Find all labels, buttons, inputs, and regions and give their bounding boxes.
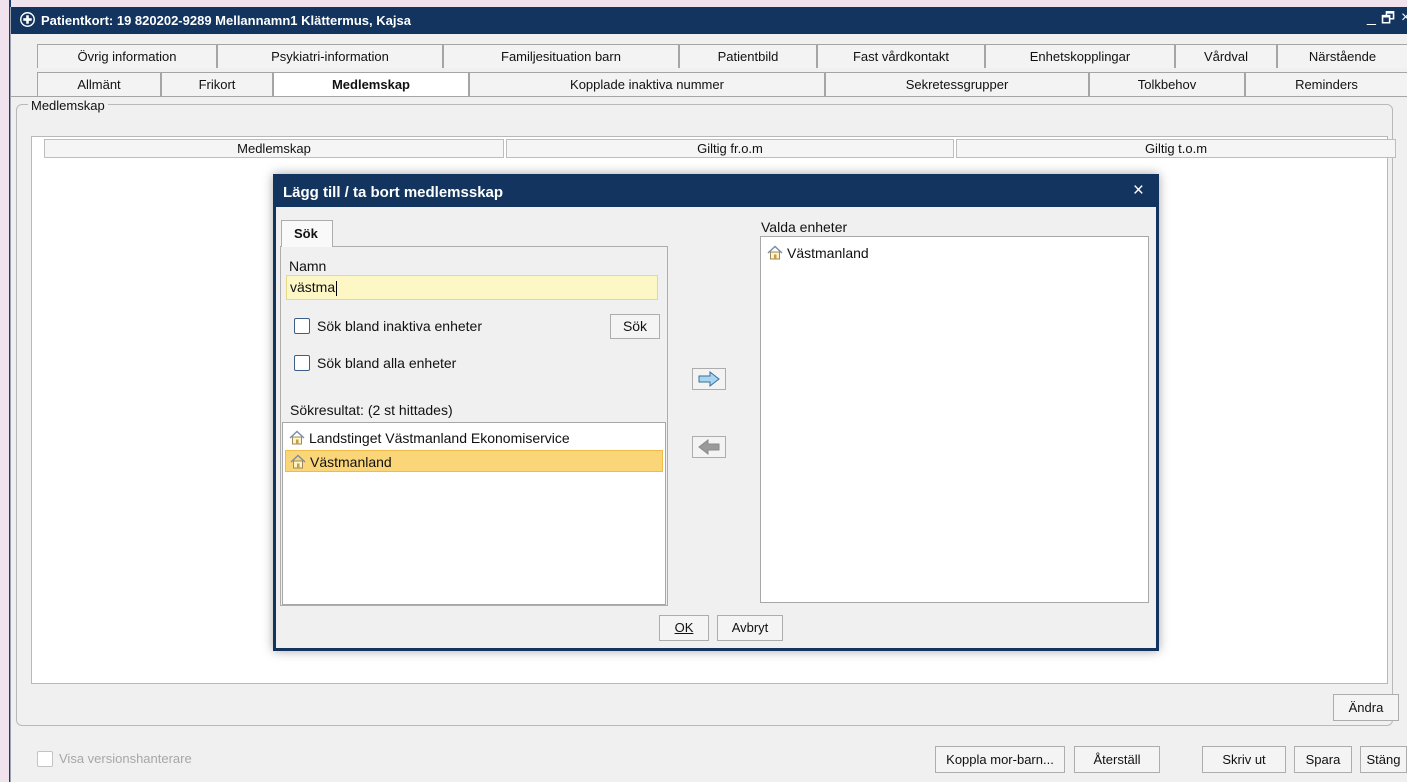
tab-psykiatri-information[interactable]: Psykiatri-information: [217, 44, 443, 68]
add-to-selected-button[interactable]: [692, 368, 726, 390]
house-icon: [289, 430, 305, 445]
tab-familjesituation-barn[interactable]: Familjesituation barn: [443, 44, 679, 68]
tab-medlemskap[interactable]: Medlemskap: [273, 72, 469, 97]
list-item[interactable]: Landstinget Västmanland Ekonomiservice: [285, 427, 663, 449]
results-count-label: Sökresultat: (2 st hittades): [290, 402, 453, 418]
house-icon: [290, 454, 306, 469]
tab-vardval[interactable]: Vårdval: [1175, 44, 1277, 68]
tab-underline: [10, 96, 1407, 97]
stang-button[interactable]: Stäng: [1360, 746, 1407, 773]
text-caret: [336, 280, 338, 296]
tab-tolkbehov[interactable]: Tolkbehov: [1089, 72, 1245, 96]
result-label: Västmanland: [310, 454, 392, 470]
tab-reminders[interactable]: Reminders: [1245, 72, 1407, 96]
tab-kopplade-inaktiva-nummer[interactable]: Kopplade inaktiva nummer: [469, 72, 825, 96]
arrow-left-icon: [698, 438, 720, 456]
tab-patientbild[interactable]: Patientbild: [679, 44, 817, 68]
membership-dialog: Lägg till / ta bort medlemsskap × Sök Na…: [273, 174, 1159, 651]
remove-from-selected-button[interactable]: [692, 436, 726, 458]
selected-unit-label: Västmanland: [787, 245, 869, 261]
dialog-close-icon[interactable]: ×: [1133, 180, 1144, 202]
tab-narstaende[interactable]: Närstående: [1277, 44, 1407, 68]
column-header-giltig-tom[interactable]: Giltig t.o.m: [956, 139, 1396, 158]
restore-icon[interactable]: 🗗: [1381, 8, 1395, 33]
tab-row-2: Allmänt Frikort Medlemskap Kopplade inak…: [11, 72, 1407, 97]
selected-units-label: Valda enheter: [761, 219, 848, 235]
tab-sok[interactable]: Sök: [281, 220, 333, 247]
list-item-selected[interactable]: Västmanland: [285, 450, 663, 472]
arrow-right-icon: [698, 370, 720, 388]
name-search-value: västma: [290, 279, 336, 295]
tab-enhetskopplingar[interactable]: Enhetskopplingar: [985, 44, 1175, 68]
aterstall-button[interactable]: Återställ: [1074, 746, 1160, 773]
tab-row-1: Övrig information Psykiatri-information …: [11, 44, 1407, 69]
name-search-input[interactable]: västma: [286, 275, 658, 300]
avbryt-button[interactable]: Avbryt: [717, 615, 783, 641]
tab-sekretessgrupper[interactable]: Sekretessgrupper: [825, 72, 1089, 96]
group-legend: Medlemskap: [28, 98, 108, 113]
ok-button[interactable]: OK: [659, 615, 709, 641]
search-inactive-checkbox[interactable]: [294, 318, 310, 334]
window-title: Patientkort: 19 820202-9289 Mellannamn1 …: [41, 13, 411, 28]
result-label: Landstinget Västmanland Ekonomiservice: [309, 430, 570, 446]
search-results-list[interactable]: Landstinget Västmanland Ekonomiservice V…: [282, 422, 666, 605]
name-label: Namn: [289, 258, 327, 274]
andra-button[interactable]: Ändra: [1333, 694, 1399, 721]
sok-button[interactable]: Sök: [610, 314, 660, 339]
search-all-label: Sök bland alla enheter: [317, 355, 457, 371]
dialog-titlebar: Lägg till / ta bort medlemsskap ×: [276, 177, 1156, 207]
tab-ovrig-information[interactable]: Övrig information: [37, 44, 217, 68]
window-titlebar: Patientkort: 19 820202-9289 Mellannamn1 …: [11, 7, 1407, 34]
medical-cross-icon: [20, 12, 35, 27]
minimize-icon[interactable]: _: [1367, 9, 1376, 27]
list-item[interactable]: Västmanland: [763, 242, 1143, 264]
visa-versionshanterare-checkbox[interactable]: [37, 751, 53, 767]
tab-frikort[interactable]: Frikort: [161, 72, 273, 96]
column-header-giltig-from[interactable]: Giltig fr.o.m: [506, 139, 954, 158]
tab-fast-vardkontakt[interactable]: Fast vårdkontakt: [817, 44, 985, 68]
search-inactive-label: Sök bland inaktiva enheter: [317, 318, 482, 334]
column-header-medlemskap[interactable]: Medlemskap: [44, 139, 504, 158]
skriv-ut-button[interactable]: Skriv ut: [1202, 746, 1286, 773]
close-icon[interactable]: ×: [1401, 9, 1407, 27]
spara-button[interactable]: Spara: [1294, 746, 1352, 773]
selected-units-list[interactable]: Västmanland: [760, 236, 1149, 603]
house-icon: [767, 245, 783, 260]
dialog-title: Lägg till / ta bort medlemsskap: [283, 184, 504, 201]
koppla-mor-barn-button[interactable]: Koppla mor-barn...: [935, 746, 1065, 773]
search-all-checkbox[interactable]: [294, 355, 310, 371]
visa-versionshanterare-label: Visa versionshanterare: [59, 751, 192, 766]
tab-allmant[interactable]: Allmänt: [37, 72, 161, 96]
